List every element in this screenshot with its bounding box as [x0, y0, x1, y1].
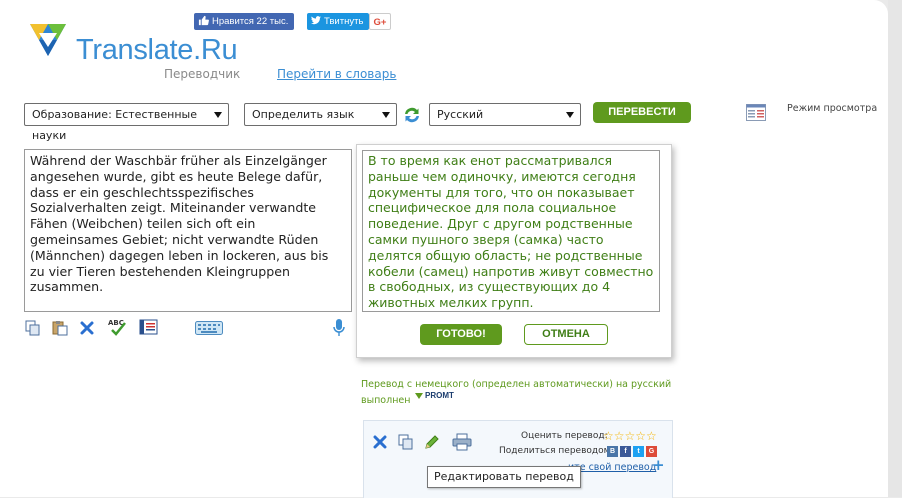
rating-stars[interactable]: ☆☆☆☆☆ — [603, 429, 657, 443]
promt-logo[interactable]: PROMT — [415, 391, 454, 400]
translate-button[interactable]: ПЕРЕВЕСТИ — [593, 102, 691, 123]
print-icon[interactable] — [452, 433, 472, 451]
source-language-value: Определить язык — [252, 108, 355, 121]
facebook-like-button[interactable]: Нравится 22 тыс. — [194, 13, 295, 30]
done-button[interactable]: ГОТОВО! — [420, 324, 502, 345]
chevron-down-icon — [214, 112, 222, 118]
topic-select-value: Образование: Естественные науки — [32, 108, 197, 142]
view-mode-label[interactable]: Режим просмотра — [787, 103, 877, 114]
swap-languages-icon[interactable] — [402, 105, 422, 125]
source-language-select[interactable]: Определить язык — [244, 103, 397, 126]
plus-icon[interactable]: + — [652, 458, 665, 473]
target-language-select[interactable]: Русский — [429, 103, 581, 126]
promt-label: PROMT — [425, 391, 454, 400]
brand-title[interactable]: Translate.Ru — [76, 34, 238, 67]
tweet-button[interactable]: Твитнуть — [307, 13, 370, 30]
facebook-share-icon[interactable]: f — [620, 446, 631, 457]
microphone-icon[interactable] — [332, 318, 346, 338]
edit-translation-tooltip: Редактировать перевод — [427, 466, 581, 488]
brand-subtitle: Переводчик — [164, 67, 241, 81]
promt-logo-icon — [415, 393, 423, 399]
twitter-share-icon[interactable]: t — [633, 446, 644, 457]
twitter-bird-icon — [311, 16, 321, 25]
translation-credit: Перевод с немецкого (определен автоматич… — [361, 379, 672, 406]
copy-icon[interactable] — [25, 320, 41, 336]
page: Translate.Ru Переводчик Перейти в словар… — [0, 0, 888, 498]
source-text-input[interactable]: Während der Waschbär früher als Einzelgä… — [24, 149, 352, 312]
view-mode-icon[interactable] — [746, 104, 766, 121]
copy-icon[interactable] — [397, 433, 415, 451]
translation-text-input[interactable]: В то время как енот рассматривался раньш… — [362, 150, 660, 312]
cancel-button[interactable]: ОТМЕНА — [524, 324, 608, 345]
translation-edit-popup: В то время как енот рассматривался раньш… — [356, 144, 672, 358]
topic-select[interactable]: Образование: Естественные науки — [24, 103, 229, 142]
facebook-like-label: Нравится 22 тыс. — [212, 16, 289, 27]
clear-icon[interactable] — [79, 320, 95, 336]
dictionary-link[interactable]: Перейти в словарь — [277, 67, 396, 81]
suggest-translation-link[interactable]: ите свой перевод — [568, 462, 656, 473]
rate-translation-label: Оценить перевод: — [521, 431, 608, 441]
tweet-label: Твитнуть — [324, 16, 364, 27]
google-plus-button[interactable]: G+ — [369, 13, 391, 30]
chevron-down-icon — [382, 112, 390, 118]
paste-icon[interactable] — [52, 320, 68, 336]
window-edge — [888, 0, 902, 497]
share-translation-label: Поделиться переводом — [499, 446, 611, 456]
vk-share-icon[interactable]: В — [607, 446, 618, 457]
target-language-value: Русский — [437, 108, 484, 121]
keyboard-icon[interactable] — [195, 321, 223, 335]
close-icon[interactable] — [371, 433, 389, 451]
chevron-down-icon — [566, 112, 574, 118]
dictionary-book-icon[interactable] — [139, 319, 159, 335]
spellcheck-icon[interactable]: ABC — [107, 318, 127, 336]
pencil-icon[interactable] — [423, 433, 441, 451]
thumbs-up-icon — [198, 15, 209, 26]
logo-icon[interactable] — [26, 16, 70, 60]
